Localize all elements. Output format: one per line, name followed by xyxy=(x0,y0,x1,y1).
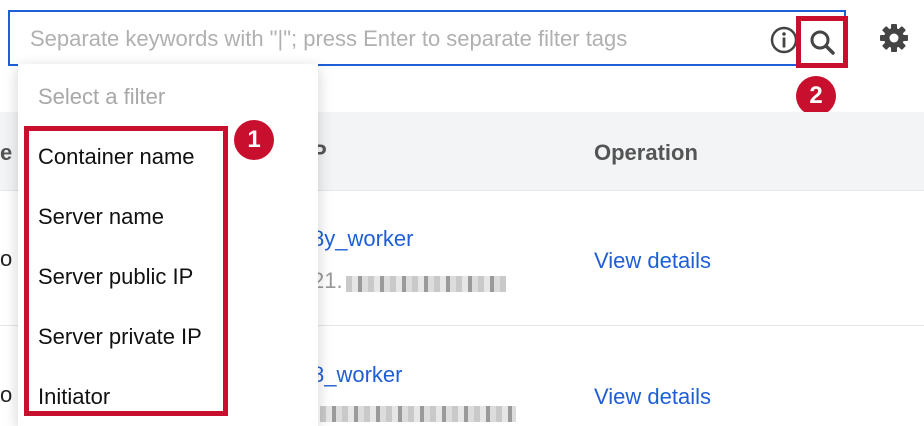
gear-icon[interactable] xyxy=(878,22,910,54)
info-circle-icon[interactable] xyxy=(770,26,798,54)
table-link-worker[interactable]: 8_worker xyxy=(312,362,402,388)
view-details-link[interactable]: View details xyxy=(594,384,711,410)
search-placeholder: Separate keywords with "|"; press Enter … xyxy=(30,26,628,51)
annotation-badge-2: 2 xyxy=(796,76,836,116)
table-cell: o xyxy=(0,246,13,271)
redacted-ip xyxy=(320,406,516,422)
magnifier-icon xyxy=(810,30,835,55)
search-bar[interactable]: Separate keywords with "|"; press Enter … xyxy=(8,10,846,66)
filter-option-server-name[interactable]: Server name xyxy=(38,204,164,230)
filter-option-container-name[interactable]: Container name xyxy=(38,144,195,170)
filter-dropdown-header: Select a filter xyxy=(38,84,166,109)
view-details-link[interactable]: View details xyxy=(594,248,711,274)
filter-option-server-private-ip[interactable]: Server private IP xyxy=(38,324,202,350)
redacted-ip xyxy=(346,276,506,292)
filter-option-initiator[interactable]: Initiator xyxy=(38,384,110,410)
table-cell: o xyxy=(0,382,13,407)
annotation-badge-1: 1 xyxy=(234,120,274,160)
table-link-worker[interactable]: 8y_worker xyxy=(312,226,413,252)
filter-dropdown: Select a filter Container name Server na… xyxy=(18,64,318,426)
table-header-operation: Operation xyxy=(594,140,698,165)
search-button[interactable] xyxy=(796,16,848,68)
filter-option-server-public-ip[interactable]: Server public IP xyxy=(38,264,193,290)
